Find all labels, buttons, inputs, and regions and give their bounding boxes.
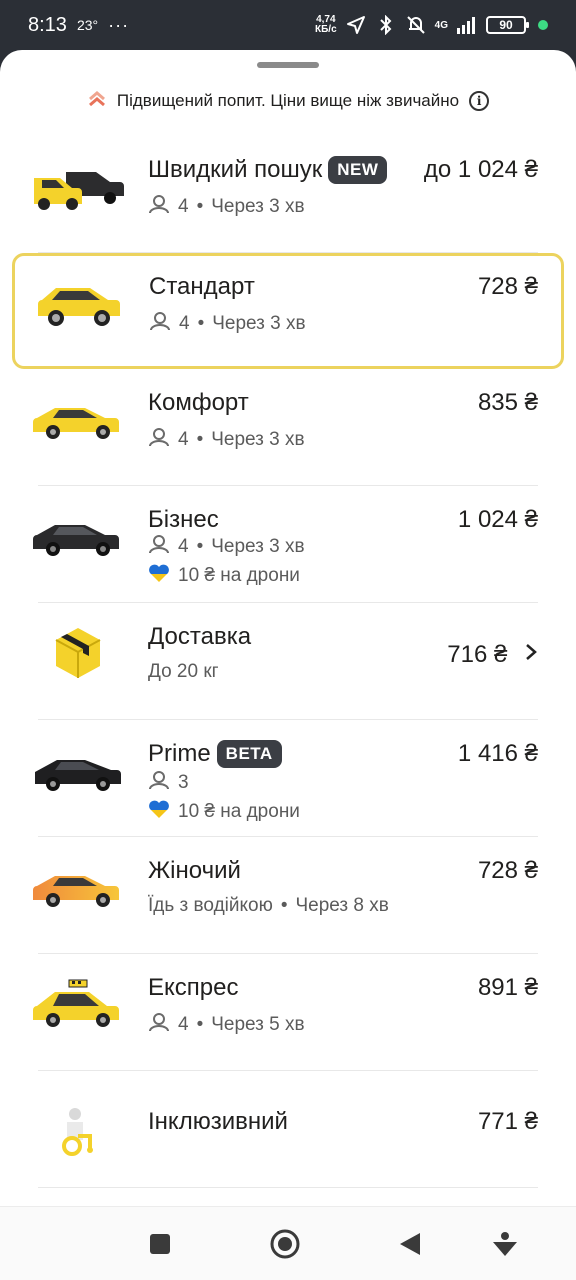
seat-count: 4	[178, 536, 189, 557]
surge-banner[interactable]: Підвищений попит. Ціни вище ніж звичайно…	[0, 86, 576, 116]
info-icon[interactable]: i	[469, 91, 490, 111]
tariff-name: Експрес	[148, 974, 239, 1001]
weight-limit: До 20 кг	[148, 661, 219, 682]
passenger-icon	[148, 1012, 170, 1038]
new-badge: NEW	[328, 156, 388, 184]
ukraine-heart-icon	[148, 799, 170, 825]
passenger-icon	[148, 427, 170, 453]
tariff-price: 728 ₴	[477, 273, 538, 300]
tariff-list: Швидкий пошук NEW до 1 024 ₴ 4 • Через 3…	[0, 136, 576, 1188]
surge-chevrons-icon	[87, 89, 107, 114]
silent-mode-icon	[405, 14, 427, 36]
yellow-hatchback-icon	[29, 271, 129, 335]
home-button[interactable]	[268, 1227, 302, 1261]
separator: •	[196, 196, 204, 217]
dual-car-icon	[28, 154, 128, 218]
sheet-drag-handle[interactable]	[257, 62, 319, 68]
tariff-name: Стандарт	[149, 273, 255, 300]
beta-badge: BETA	[216, 740, 282, 768]
black-sedan-icon	[28, 504, 128, 568]
tariff-price: до 1 024 ₴	[423, 156, 538, 183]
donation-text: 10 ₴ на дрони	[178, 801, 300, 822]
tariff-standard[interactable]: Стандарт 728 ₴ 4 • Через 3 хв	[12, 253, 564, 369]
back-button[interactable]	[393, 1227, 427, 1261]
tariff-business[interactable]: Бізнес 1 024 ₴ 4 • Через 3 хв 10 ₴ на др…	[0, 486, 576, 603]
tariff-delivery[interactable]: Доставка 716 ₴ До 20 кг	[0, 603, 576, 720]
driver-note: Їдь з водійкою	[148, 895, 273, 916]
surge-text: Підвищений попит. Ціни вище ніж звичайно	[116, 91, 460, 110]
tariff-price: 891 ₴	[477, 974, 538, 1001]
separator: •	[196, 429, 204, 450]
separator: •	[196, 1014, 204, 1035]
passenger-icon	[148, 534, 170, 560]
ukraine-heart-icon	[148, 563, 170, 589]
tariff-price: 728 ₴	[477, 857, 538, 884]
assistant-icon[interactable]	[488, 1227, 522, 1261]
tariff-price: 835 ₴	[477, 389, 538, 416]
seat-count: 3	[178, 772, 189, 793]
donation-text: 10 ₴ на дрони	[178, 565, 300, 586]
tariff-price: 771 ₴	[477, 1108, 538, 1135]
seat-count: 4	[178, 429, 189, 450]
tariff-comfort[interactable]: Комфорт 835 ₴ 4 • Через 3 хв	[0, 369, 576, 486]
eta-text: Через 3 хв	[211, 429, 305, 450]
seat-count: 4	[178, 196, 189, 217]
tariff-women[interactable]: Жіночий 728 ₴ Їдь з водійкою • Через 8 х…	[0, 837, 576, 954]
chevron-right-icon[interactable]	[524, 641, 538, 669]
tariff-price: 1 416 ₴	[457, 740, 538, 767]
passenger-icon	[148, 770, 170, 796]
eta-text: Через 8 хв	[295, 895, 389, 916]
yellow-sedan-icon	[28, 387, 128, 451]
tariff-fast-search[interactable]: Швидкий пошук NEW до 1 024 ₴ 4 • Через 3…	[0, 136, 576, 253]
tariff-name: Комфорт	[148, 389, 249, 416]
passenger-icon	[148, 194, 170, 220]
orange-car-icon	[28, 855, 128, 919]
eta-text: Через 3 хв	[211, 196, 305, 217]
tariff-express[interactable]: Експрес 891 ₴ 4 • Через 5 хв	[0, 954, 576, 1071]
divider	[38, 1187, 538, 1188]
tariff-name: Інклюзивний	[148, 1108, 288, 1135]
tariff-inclusive[interactable]: Інклюзивний 771 ₴	[0, 1071, 576, 1188]
black-premium-car-icon	[28, 738, 128, 802]
tariff-price: 716 ₴	[447, 641, 508, 668]
separator: •	[197, 313, 205, 334]
eta-text: Через 5 хв	[211, 1014, 305, 1035]
delivery-box-icon	[28, 621, 128, 685]
tariff-name: Бізнес	[148, 506, 219, 533]
tariff-name: Жіночий	[148, 857, 241, 884]
passenger-icon	[149, 311, 171, 337]
tariff-name: Швидкий пошук	[148, 156, 323, 183]
separator: •	[196, 536, 204, 557]
status-time: 8:13	[28, 13, 67, 36]
status-bar: 8:13 23° ··· 4,74 КБ/с 4G 90	[0, 0, 576, 50]
eta-text: Через 3 хв	[211, 536, 305, 557]
tariff-prime[interactable]: Prime BETA 1 416 ₴ 3 10 ₴ на дрони	[0, 720, 576, 837]
status-temperature: 23°	[76, 17, 99, 33]
signal-icon	[456, 14, 478, 36]
tariff-name: Prime	[148, 740, 211, 767]
system-navigation-bar	[0, 1206, 576, 1280]
tariff-price: 1 024 ₴	[457, 506, 538, 533]
location-icon	[345, 14, 367, 36]
eta-text: Через 3 хв	[212, 313, 306, 334]
tariff-sheet: Підвищений попит. Ціни вище ніж звичайно…	[0, 50, 576, 1280]
taxi-car-icon	[28, 972, 128, 1036]
network-type: 4G	[434, 19, 448, 31]
seat-count: 4	[178, 1014, 189, 1035]
recent-apps-button[interactable]	[143, 1227, 177, 1261]
separator: •	[280, 895, 288, 916]
network-speed: 4,74 КБ/с	[315, 14, 337, 35]
wheelchair-person-icon	[28, 1099, 128, 1163]
seat-count: 4	[179, 313, 190, 334]
privacy-indicator-icon	[538, 20, 548, 30]
battery-indicator: 90	[486, 16, 529, 34]
bluetooth-icon	[375, 14, 397, 36]
tariff-name: Доставка	[148, 623, 252, 650]
status-more-icon: ···	[108, 14, 130, 35]
